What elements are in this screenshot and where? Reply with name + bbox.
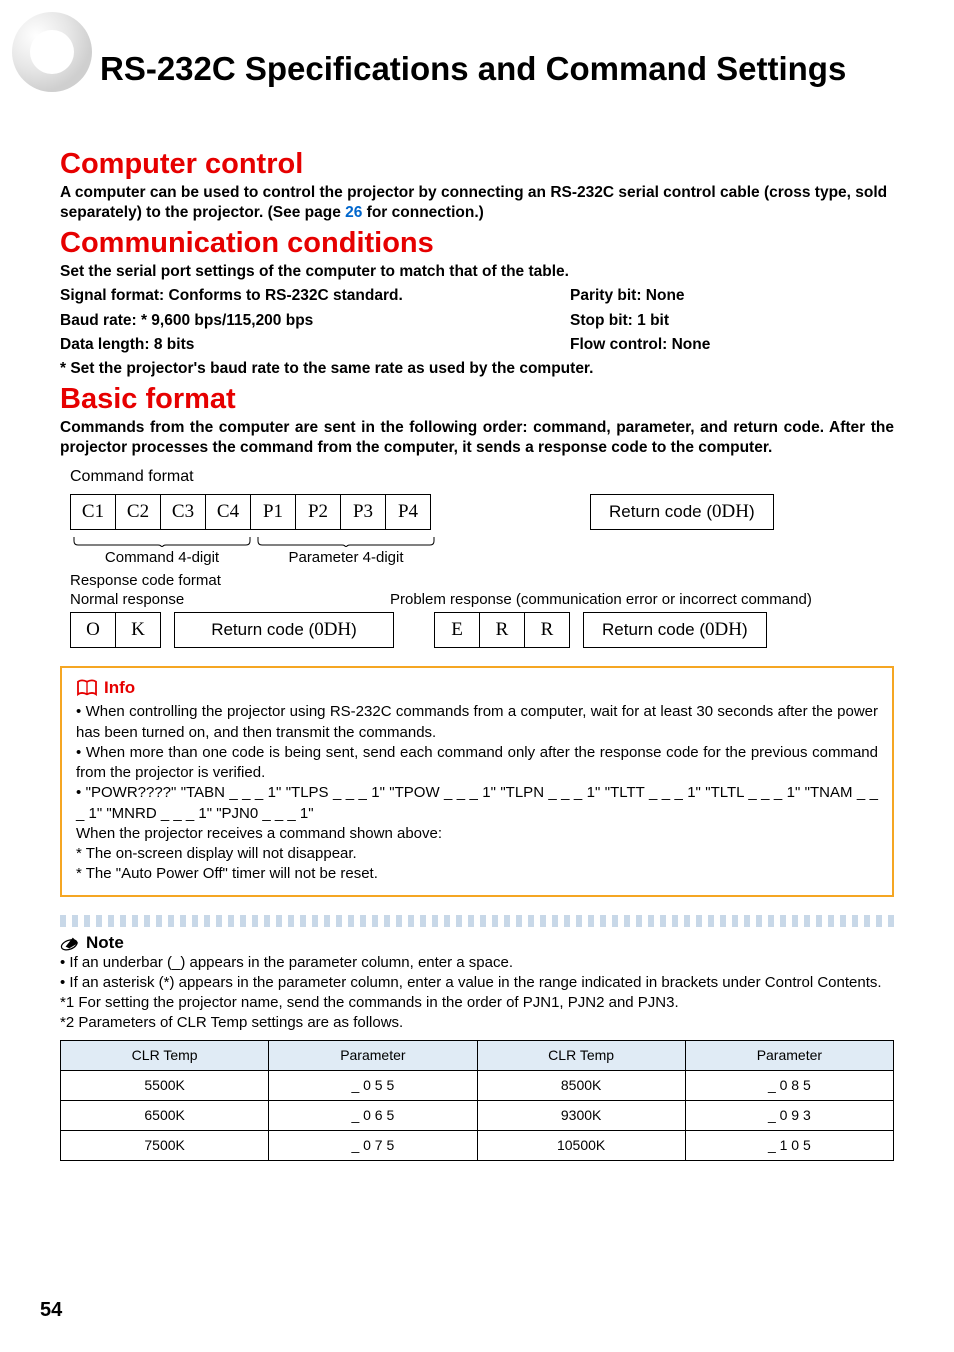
note-f2: *2 Parameters of CLR Temp settings are a… [60,1014,403,1031]
page-link-26[interactable]: 26 [345,204,362,221]
cell-p2: P2 [295,494,341,530]
cell-k: K [115,612,161,648]
cell-c4: C4 [205,494,251,530]
heading-communication-conditions: Communication conditions [60,227,894,260]
return-code-box-2: Return code (0DH) [174,612,394,648]
basic-body: Commands from the computer are sent in t… [60,418,894,458]
clr-r0c2: _ 0 5 5 [269,1070,477,1100]
note-title: Note [86,933,124,953]
info-heading: Info [76,678,878,698]
command-format-label: Command format [70,468,894,486]
cell-c3: C3 [160,494,206,530]
cell-p1: P1 [250,494,296,530]
comm-l1: Signal format: Conforms to RS-232C stand… [60,286,570,306]
clr-r1c1: 6500K [61,1100,269,1130]
info-after: When the projector receives a command sh… [76,825,442,842]
return-code-box-1: Return code (0DH) [590,494,774,530]
note-heading: Note [60,933,894,953]
clr-r0c3: 8500K [477,1070,685,1100]
note-b1: If an underbar (_) appears in the parame… [69,954,513,971]
return-code-box-3: Return code (0DH) [583,612,767,648]
info-b2: When more than one code is being sent, s… [76,744,878,781]
info-after1: * The on-screen display will not disappe… [76,845,357,862]
clr-r1c4: _ 0 9 3 [685,1100,893,1130]
response-format-label: Response code format [70,572,894,589]
cell-e: E [434,612,480,648]
page-number: 54 [40,1299,62,1322]
clr-h1: CLR Temp [61,1040,269,1070]
comm-r2: Stop bit: 1 bit [570,311,894,331]
return-code: 0DH [712,501,749,523]
info-text: • When controlling the projector using R… [76,702,878,884]
cell-r2: R [524,612,570,648]
brace-icon-2 [254,537,438,547]
clr-h3: CLR Temp [477,1040,685,1070]
note-f1: *1 For setting the projector name, send … [60,994,679,1011]
cell-r1: R [479,612,525,648]
info-box: Info • When controlling the projector us… [60,666,894,896]
page-title: RS-232C Specifications and Command Setti… [100,50,894,88]
comm-r1: Parity bit: None [570,286,894,306]
note-divider [60,915,894,927]
heading-computer-control: Computer control [60,148,894,181]
info-book-icon [76,679,98,697]
clr-h4: Parameter [685,1040,893,1070]
note-b2: If an asterisk (*) appears in the parame… [69,974,881,991]
table-row: 7500K _ 0 7 5 10500K _ 1 0 5 [61,1130,894,1160]
info-b3: "POWR????" "TABN _ _ _ 1" "TLPS _ _ _ 1"… [76,784,878,821]
return-close: ) [749,502,755,522]
command-format-row: C1 C2 C3 C4 P1 P2 P3 P4 Return code (0DH… [70,494,894,530]
clr-r2c4: _ 1 0 5 [685,1130,893,1160]
cell-c2: C2 [115,494,161,530]
info-after2: * The "Auto Power Off" timer will not be… [76,865,378,882]
cell-o: O [70,612,116,648]
note-text: • If an underbar (_) appears in the para… [60,953,894,1034]
note-pencil-icon [60,934,82,952]
cell-p4: P4 [385,494,431,530]
comm-l2: Baud rate: * 9,600 bps/115,200 bps [60,311,570,331]
clr-r0c1: 5500K [61,1070,269,1100]
table-row: 5500K _ 0 5 5 8500K _ 0 8 5 [61,1070,894,1100]
comm-intro: Set the serial port settings of the comp… [60,262,894,282]
problem-response-label: Problem response (communication error or… [390,591,812,608]
info-title: Info [104,678,135,698]
clr-r2c1: 7500K [61,1130,269,1160]
corner-swirl-icon [10,10,100,100]
clr-r0c4: _ 0 8 5 [685,1070,893,1100]
return-label: Return code ( [609,502,712,522]
comm-r3: Flow control: None [570,335,894,355]
cmd4-label: Command 4-digit [70,549,254,566]
computer-control-body: A computer can be used to control the pr… [60,183,894,223]
table-row: 6500K _ 0 6 5 9300K _ 0 9 3 [61,1100,894,1130]
comm-l3: Data length: 8 bits [60,335,570,355]
cc-body-post: for connection.) [362,204,483,221]
cell-p3: P3 [340,494,386,530]
clr-r2c2: _ 0 7 5 [269,1130,477,1160]
heading-basic-format: Basic format [60,383,894,416]
clr-temp-table: CLR Temp Parameter CLR Temp Parameter 55… [60,1040,894,1161]
clr-h2: Parameter [269,1040,477,1070]
param4-label: Parameter 4-digit [254,549,438,566]
comm-foot: * Set the projector's baud rate to the s… [60,359,894,379]
clr-r1c3: 9300K [477,1100,685,1130]
response-boxes-row: O K Return code (0DH) E R R Return code … [70,612,894,648]
normal-response-label: Normal response [70,591,390,608]
info-b1: When controlling the projector using RS-… [76,703,878,740]
clr-r1c2: _ 0 6 5 [269,1100,477,1130]
underbrace-row: Command 4-digit Parameter 4-digit [70,534,894,566]
brace-icon-1 [70,537,254,547]
clr-r2c3: 10500K [477,1130,685,1160]
cell-c1: C1 [70,494,116,530]
